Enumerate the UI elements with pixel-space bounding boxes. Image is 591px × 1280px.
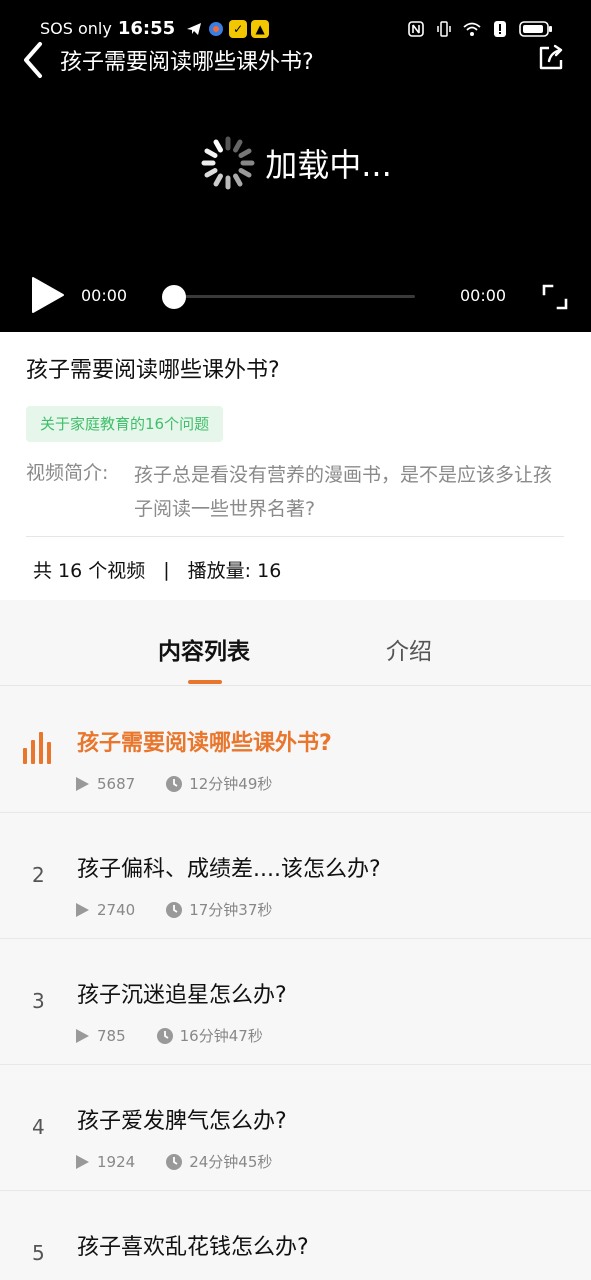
item-title: 孩子爱发脾气怎么办?: [77, 1109, 287, 1134]
app-yellow-icon: ✓: [229, 19, 248, 38]
clock-icon: [156, 1027, 173, 1044]
item-title: 孩子偏科、成绩差....该怎么办?: [77, 857, 381, 882]
duration: 17分钟37秒: [189, 901, 273, 919]
intro-text: 孩子总是看没有营养的漫画书，是不是应该多让孩子阅读一些世界名著?: [134, 464, 553, 520]
play-count: 785: [97, 1026, 126, 1045]
loading-indicator: 加载中...: [0, 134, 591, 192]
play-count-icon: [76, 902, 89, 917]
list-item[interactable]: 3 孩子沉迷追星怎么办? 785 16分钟47秒: [0, 939, 591, 1065]
item-index: 5: [32, 1241, 45, 1265]
share-button[interactable]: [537, 44, 565, 72]
stats-separator: |: [163, 558, 170, 581]
video-count: 共 16 个视频: [33, 560, 146, 582]
carrier-text: SOS only: [40, 19, 112, 38]
series-tag[interactable]: 关于家庭教育的16个问题: [26, 406, 224, 442]
play-count: 5687: [97, 774, 136, 793]
intro-label: 视频简介:: [26, 462, 109, 484]
list-item[interactable]: 4 孩子爱发脾气怎么办? 1924 24分钟45秒: [0, 1065, 591, 1191]
clock-icon: [166, 901, 183, 918]
nfc-icon: [408, 21, 424, 37]
item-index: 2: [32, 863, 45, 887]
player-controls: 00:00 00:00: [0, 276, 591, 316]
wifi-icon: [463, 22, 481, 36]
clock-icon: [166, 1153, 183, 1170]
content-tabs: 内容列表 介绍: [0, 614, 591, 686]
loading-text: 加载中...: [265, 146, 392, 184]
list-item[interactable]: 5 孩子喜欢乱花钱怎么办?: [0, 1191, 591, 1280]
item-title: 孩子沉迷追星怎么办?: [77, 983, 287, 1008]
back-button[interactable]: [18, 40, 48, 80]
item-title: 孩子喜欢乱花钱怎么办?: [77, 1235, 309, 1260]
play-count-icon: [76, 776, 89, 791]
fullscreen-button[interactable]: [540, 282, 570, 312]
video-player[interactable]: SOS only 16:55 ✓ ▲ 孩子需要阅读哪些课外书? 加载中... 0…: [0, 0, 591, 332]
video-stats: 共 16 个视频 | 播放量: 16: [33, 556, 281, 583]
telegram-icon: [187, 22, 202, 35]
total-time: 00:00: [460, 286, 507, 305]
spinner-icon: [201, 136, 255, 190]
battery-icon: [519, 21, 552, 37]
duration: 12分钟49秒: [189, 775, 273, 793]
view-count: 播放量: 16: [187, 560, 282, 582]
tab-intro[interactable]: 介绍: [386, 632, 432, 666]
play-count-icon: [76, 1028, 89, 1043]
episode-list: 孩子需要阅读哪些课外书? 5687 12分钟49秒 2 孩子偏科、成绩差....…: [0, 687, 591, 1280]
seek-handle[interactable]: [162, 285, 186, 309]
play-button[interactable]: [30, 276, 66, 314]
app-duck-icon: ▲: [251, 19, 270, 38]
tab-content-list[interactable]: 内容列表: [158, 632, 250, 666]
video-info: 孩子需要阅读哪些课外书? 关于家庭教育的16个问题 视频简介: 孩子总是看没有营…: [0, 332, 591, 600]
play-count-icon: [76, 1154, 89, 1169]
play-count: 1924: [97, 1152, 136, 1171]
player-title: 孩子需要阅读哪些课外书?: [60, 50, 314, 75]
divider: [26, 536, 564, 537]
now-playing-icon: [23, 732, 51, 764]
video-title: 孩子需要阅读哪些课外书?: [26, 358, 280, 383]
app-swirl-icon: [209, 21, 224, 36]
seek-bar[interactable]: [162, 285, 415, 309]
clock-text: 16:55: [117, 18, 176, 39]
duration: 16分钟47秒: [179, 1027, 263, 1045]
duration: 24分钟45秒: [189, 1153, 273, 1171]
item-index: 3: [32, 989, 45, 1013]
item-index: 4: [32, 1115, 45, 1139]
clock-icon: [166, 775, 183, 792]
play-count: 2740: [97, 900, 136, 919]
vibrate-icon: [437, 21, 451, 37]
list-item[interactable]: 2 孩子偏科、成绩差....该怎么办? 2740 17分钟37秒: [0, 813, 591, 939]
item-title: 孩子需要阅读哪些课外书?: [77, 731, 332, 756]
current-time: 00:00: [81, 286, 128, 305]
list-item[interactable]: 孩子需要阅读哪些课外书? 5687 12分钟49秒: [0, 687, 591, 813]
alert-icon: [494, 21, 506, 37]
tab-active-indicator: [188, 680, 222, 684]
